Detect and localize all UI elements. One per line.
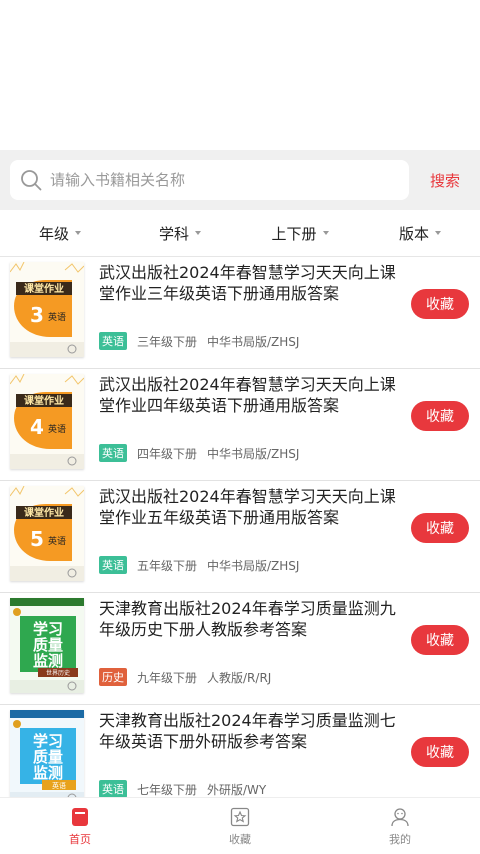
cover-number: 5 — [30, 527, 44, 551]
filter-subject[interactable]: 学科 — [120, 210, 240, 256]
tab-favorites[interactable]: 收藏 — [160, 798, 320, 854]
edition-label: 中华书局版/ZHSJ — [207, 558, 300, 573]
caret-down-icon — [322, 231, 329, 235]
book-meta: 英语 三年级下册 中华书局版/ZHSJ — [99, 332, 299, 350]
favorite-button[interactable]: 收藏 — [411, 289, 469, 319]
favorite-button[interactable]: 收藏 — [411, 737, 469, 767]
book-cover: 课堂作业 3 英语 — [10, 262, 84, 357]
cover-subject: 英语 — [48, 535, 66, 547]
list-item[interactable]: 课堂作业 3 英语 武汉出版社2024年春智慧学习天天向上课堂作业三年级英语下册… — [0, 257, 480, 369]
book-title[interactable]: 天津教育出版社2024年春学习质量监测七年级英语下册外研版参考答案 — [99, 710, 399, 752]
book-title[interactable]: 武汉出版社2024年春智慧学习天天向上课堂作业五年级英语下册通用版答案 — [99, 486, 399, 528]
book-list: 课堂作业 3 英语 武汉出版社2024年春智慧学习天天向上课堂作业三年级英语下册… — [0, 257, 480, 817]
grade-label: 三年级下册 — [137, 334, 198, 349]
filter-edition[interactable]: 版本 — [360, 210, 480, 256]
star-icon — [230, 807, 250, 826]
subject-tag: 英语 — [99, 332, 127, 350]
top-blank-area — [0, 0, 480, 150]
subject-tag: 英语 — [99, 444, 127, 462]
caret-down-icon — [435, 231, 441, 235]
search-input[interactable] — [48, 170, 382, 190]
favorite-button[interactable]: 收藏 — [411, 401, 469, 431]
search-box[interactable] — [10, 160, 409, 200]
filter-volume[interactable]: 上下册 — [240, 210, 360, 256]
cover-subject: 英语 — [48, 423, 66, 435]
edition-label: 人教版/R/RJ — [207, 670, 272, 685]
list-item[interactable]: 学习 质量 监测 世界历史 天津教育出版社2024年春学习质量监测九年级历史下册… — [0, 593, 480, 705]
filter-bar: 年级 学科 上下册 版本 — [0, 210, 480, 257]
favorite-button[interactable]: 收藏 — [411, 513, 469, 543]
filter-label: 年级 — [38, 224, 69, 243]
subject-tag: 历史 — [99, 668, 127, 686]
cover-subject: 英语 — [48, 311, 66, 323]
tab-profile[interactable]: 我的 — [320, 798, 480, 854]
book-icon — [72, 807, 88, 826]
tab-home[interactable]: 首页 — [0, 798, 160, 854]
cover-series: 课堂作业 — [24, 282, 64, 295]
favorite-button[interactable]: 收藏 — [411, 625, 469, 655]
search-button[interactable]: 搜索 — [430, 170, 460, 191]
bottom-tab-bar: 首页 收藏 我的 — [0, 797, 480, 854]
svg-text:监测: 监测 — [33, 764, 63, 782]
book-meta: 历史 九年级下册 人教版/R/RJ — [99, 668, 271, 686]
book-title[interactable]: 武汉出版社2024年春智慧学习天天向上课堂作业四年级英语下册通用版答案 — [99, 374, 399, 416]
cover-subject: 英语 — [52, 781, 66, 790]
cover-number: 3 — [30, 303, 44, 327]
grade-label: 七年级下册 — [137, 782, 198, 797]
svg-text:监测: 监测 — [33, 652, 63, 670]
book-cover: 学习 质量 监测 世界历史 — [10, 598, 84, 693]
filter-label: 版本 — [398, 224, 429, 243]
user-icon — [391, 807, 409, 826]
subject-tag: 英语 — [99, 556, 127, 574]
book-title[interactable]: 武汉出版社2024年春智慧学习天天向上课堂作业三年级英语下册通用版答案 — [99, 262, 399, 304]
cover-subject: 世界历史 — [46, 669, 70, 677]
cover-series: 课堂作业 — [24, 394, 64, 407]
book-cover: 课堂作业 4 英语 — [10, 374, 84, 469]
filter-label: 学科 — [158, 224, 189, 243]
cover-number: 4 — [30, 415, 44, 439]
list-item[interactable]: 课堂作业 5 英语 武汉出版社2024年春智慧学习天天向上课堂作业五年级英语下册… — [0, 481, 480, 593]
edition-label: 中华书局版/ZHSJ — [207, 334, 300, 349]
tab-label: 我的 — [389, 832, 411, 846]
edition-label: 外研版/WY — [207, 782, 267, 797]
book-title[interactable]: 天津教育出版社2024年春学习质量监测九年级历史下册人教版参考答案 — [99, 598, 399, 640]
list-item[interactable]: 课堂作业 4 英语 武汉出版社2024年春智慧学习天天向上课堂作业四年级英语下册… — [0, 369, 480, 481]
search-icon — [21, 170, 42, 191]
book-cover: 学习 质量 监测 英语 — [10, 710, 84, 805]
cover-series: 课堂作业 — [24, 506, 64, 519]
tab-label: 首页 — [69, 832, 91, 846]
book-meta: 英语 五年级下册 中华书局版/ZHSJ — [99, 556, 299, 574]
edition-label: 中华书局版/ZHSJ — [207, 446, 300, 461]
filter-grade[interactable]: 年级 — [0, 210, 120, 256]
grade-label: 四年级下册 — [137, 446, 198, 461]
book-cover: 课堂作业 5 英语 — [10, 486, 84, 581]
subject-tag: 英语 — [99, 780, 127, 798]
tab-label: 收藏 — [229, 832, 251, 846]
book-meta: 英语 七年级下册 外研版/WY — [99, 780, 266, 798]
caret-down-icon — [195, 231, 201, 235]
filter-label: 上下册 — [271, 224, 317, 243]
caret-down-icon — [75, 231, 81, 235]
book-meta: 英语 四年级下册 中华书局版/ZHSJ — [99, 444, 299, 462]
grade-label: 五年级下册 — [137, 558, 198, 573]
search-bar: 搜索 — [0, 150, 480, 210]
grade-label: 九年级下册 — [137, 670, 198, 685]
